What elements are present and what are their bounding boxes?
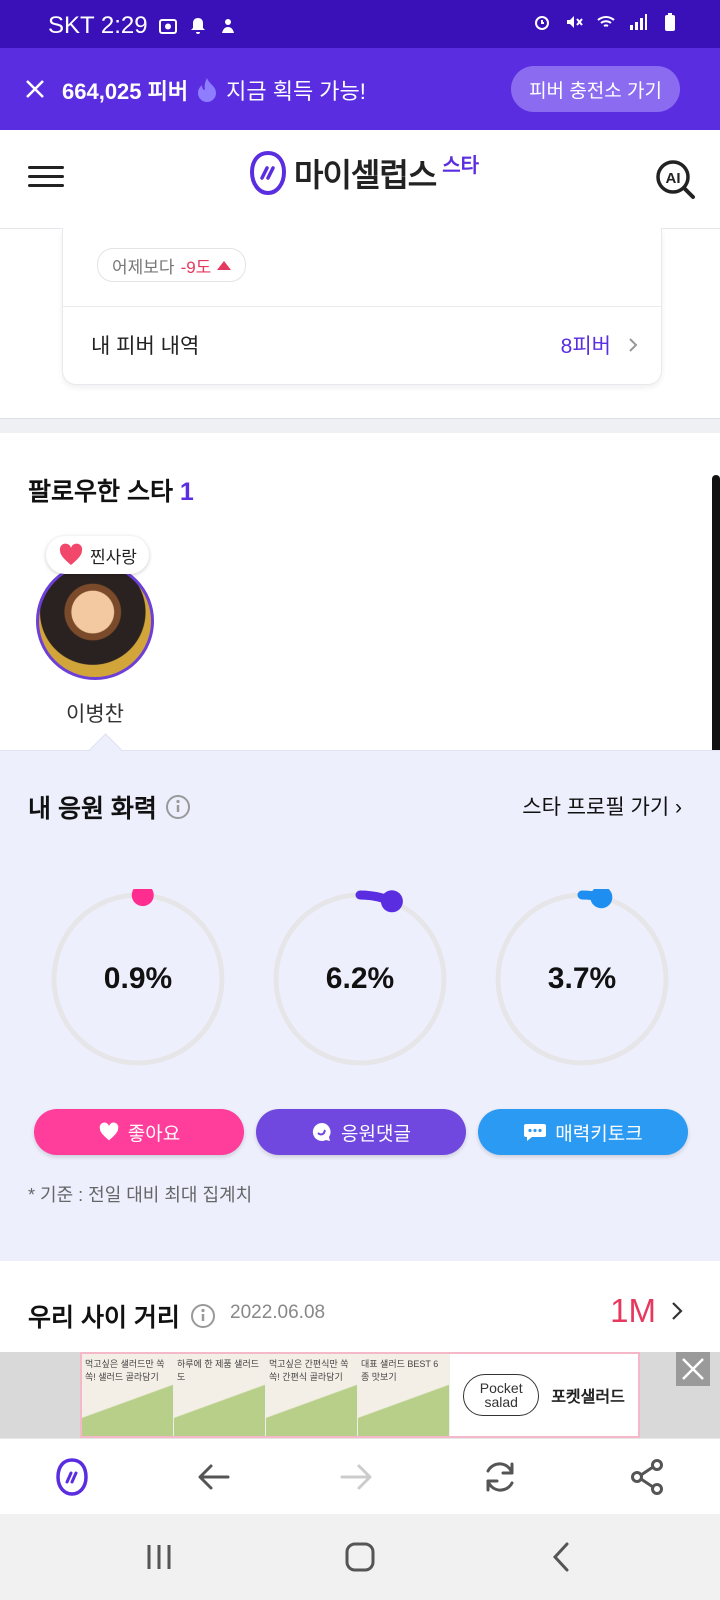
info-icon[interactable] (190, 1303, 216, 1329)
basis-note: * 기준 : 전일 대비 최대 집계치 (28, 1185, 253, 1205)
heart-icon (99, 1122, 119, 1141)
flame-icon (198, 78, 217, 102)
app-notification-icon (221, 19, 234, 33)
love-badge-label: 찐사랑 (90, 547, 137, 567)
logo-sup: 스타 (442, 154, 480, 177)
distance-title: 우리 사이 거리 (28, 1298, 216, 1334)
up-triangle-icon (217, 260, 232, 270)
ad-brand-name: 포켓샐러드 (551, 1389, 625, 1406)
like-button-label: 좋아요 (127, 1123, 181, 1145)
alarm-icon (535, 16, 549, 30)
divider (63, 306, 661, 307)
fever-banner: 664,025 피버 지금 획득 가능! 피버 충전소 가기 (0, 48, 720, 130)
battery-icon (665, 13, 675, 31)
likes-ring: 0.9% (48, 884, 228, 1069)
following-title-text: 팔로우한 스타 (28, 478, 173, 506)
status-right (532, 12, 680, 32)
support-title-text: 내 응원 화력 (28, 795, 157, 823)
ad-close-icon[interactable] (676, 1352, 710, 1386)
cheer-comment-button-label: 응원댓글 (341, 1123, 411, 1145)
banner-text: 664,025 피버 지금 획득 가능! (62, 74, 366, 106)
wifi-icon (597, 16, 615, 27)
browser-toolbar (0, 1438, 720, 1515)
support-section: 내 응원 화력 스타 프로필 가기 › 0.9% 6.2% 3.7% 좋아요 응… (0, 750, 720, 1261)
diff-label: 어제보다 (112, 257, 175, 277)
chevron-right-icon (672, 1302, 683, 1320)
system-nav-bar (0, 1514, 720, 1600)
fever-history-value: 8피버 (560, 335, 611, 358)
ad-tile: 먹고싶은 샐러드만 쏙쏙! 샐러드 골라담기 (82, 1354, 174, 1436)
chevron-right-icon (629, 338, 638, 352)
cheer-comment-button[interactable]: 응원댓글 (256, 1109, 466, 1155)
heart-icon (59, 543, 83, 565)
app-logo[interactable]: 마이셀럽스 스타 (248, 150, 479, 196)
scroll-handle[interactable] (712, 475, 720, 775)
back-arrow-icon[interactable] (194, 1457, 234, 1497)
pocket-salad-logo: Pocket salad (463, 1374, 540, 1416)
star-profile-link[interactable]: 스타 프로필 가기 › (522, 791, 682, 821)
bell-icon (190, 18, 205, 34)
ai-search-icon[interactable]: AI (654, 158, 696, 200)
talk-ring-value: 3.7% (547, 962, 617, 995)
back-button-icon[interactable] (545, 1540, 579, 1574)
chat-icon (524, 1124, 547, 1141)
status-bar: SKT 2:29 (0, 0, 720, 48)
mycelebs-logo-icon (249, 150, 287, 196)
comment-bubble-icon (312, 1122, 331, 1141)
following-count: 1 (179, 478, 194, 506)
menu-icon[interactable] (28, 160, 64, 196)
carrier-time: SKT 2:29 (48, 12, 148, 39)
following-title: 팔로우한 스타 1 (28, 472, 194, 508)
ad-tile: 하루에 한 제품 샐러드도 (174, 1354, 266, 1436)
comments-ring-value: 6.2% (325, 962, 395, 995)
distance-value: 1M (610, 1292, 656, 1329)
star-avatar[interactable] (36, 562, 154, 680)
home-button-icon[interactable] (343, 1540, 377, 1574)
app-header: 마이셀럽스 스타 AI (0, 130, 720, 229)
comments-ring: 6.2% (270, 889, 450, 1069)
support-title: 내 응원 화력 (28, 789, 191, 825)
charm-talk-button-label: 매력키토크 (555, 1123, 643, 1145)
mute-icon (567, 16, 583, 28)
fever-charge-button[interactable]: 피버 충전소 가기 (511, 66, 680, 112)
charm-talk-button[interactable]: 매력키토크 (478, 1109, 688, 1155)
signal-icon (630, 14, 647, 30)
recent-apps-icon[interactable] (142, 1540, 176, 1574)
screenshot-icon (158, 19, 177, 34)
like-button[interactable]: 좋아요 (34, 1109, 244, 1155)
ad-tile: 먹고싶은 간편식만 쏙쏙! 간편식 골라담기 (266, 1354, 358, 1436)
fever-history-label[interactable]: 내 피버 내역 (91, 330, 199, 360)
logo-text: 마이셀럽스 (294, 157, 437, 193)
info-icon[interactable] (165, 794, 191, 820)
forward-arrow-icon[interactable] (336, 1457, 376, 1497)
likes-ring-value: 0.9% (103, 962, 173, 995)
status-left: SKT 2:29 (48, 12, 238, 40)
share-icon[interactable] (628, 1457, 668, 1497)
ad-content[interactable]: 먹고싶은 샐러드만 쏙쏙! 샐러드 골라담기 하루에 한 제품 샐러드도 먹고싶… (80, 1352, 640, 1438)
ad-brand: Pocket salad 포켓샐러드 (450, 1354, 638, 1436)
diff-value: -9도 (180, 257, 212, 277)
fever-card: 어제보다 -9도 내 피버 내역 8피버 (62, 228, 662, 385)
distance-value-link[interactable]: 1M (610, 1292, 684, 1330)
distance-title-text: 우리 사이 거리 (28, 1304, 180, 1332)
love-badge: 찐사랑 (46, 536, 149, 574)
star-name[interactable]: 이병찬 (66, 698, 124, 728)
home-logo-icon[interactable] (52, 1457, 92, 1497)
fever-count: 664,025 피버 (62, 79, 189, 104)
svg-text:AI: AI (666, 170, 681, 187)
section-divider (0, 418, 720, 433)
diff-badge: 어제보다 -9도 (97, 248, 247, 282)
banner-message: 지금 획득 가능! (226, 79, 366, 104)
talk-ring: 3.7% (492, 886, 672, 1069)
fever-history-link[interactable]: 8피버 (561, 330, 639, 360)
distance-date: 2022.06.08 (230, 1302, 326, 1323)
logo-line2: salad (484, 1394, 518, 1410)
refresh-icon[interactable] (480, 1457, 520, 1497)
ad-tile: 대표 샐러드 BEST 6종 맛보기 (358, 1354, 450, 1436)
close-icon[interactable] (20, 74, 50, 104)
star-profile-link-text: 스타 프로필 가기 (522, 796, 670, 819)
logo-line1: Pocket (479, 1380, 523, 1396)
ad-banner[interactable]: 먹고싶은 샐러드만 쏙쏙! 샐러드 골라담기 하루에 한 제품 샐러드도 먹고싶… (0, 1352, 720, 1438)
